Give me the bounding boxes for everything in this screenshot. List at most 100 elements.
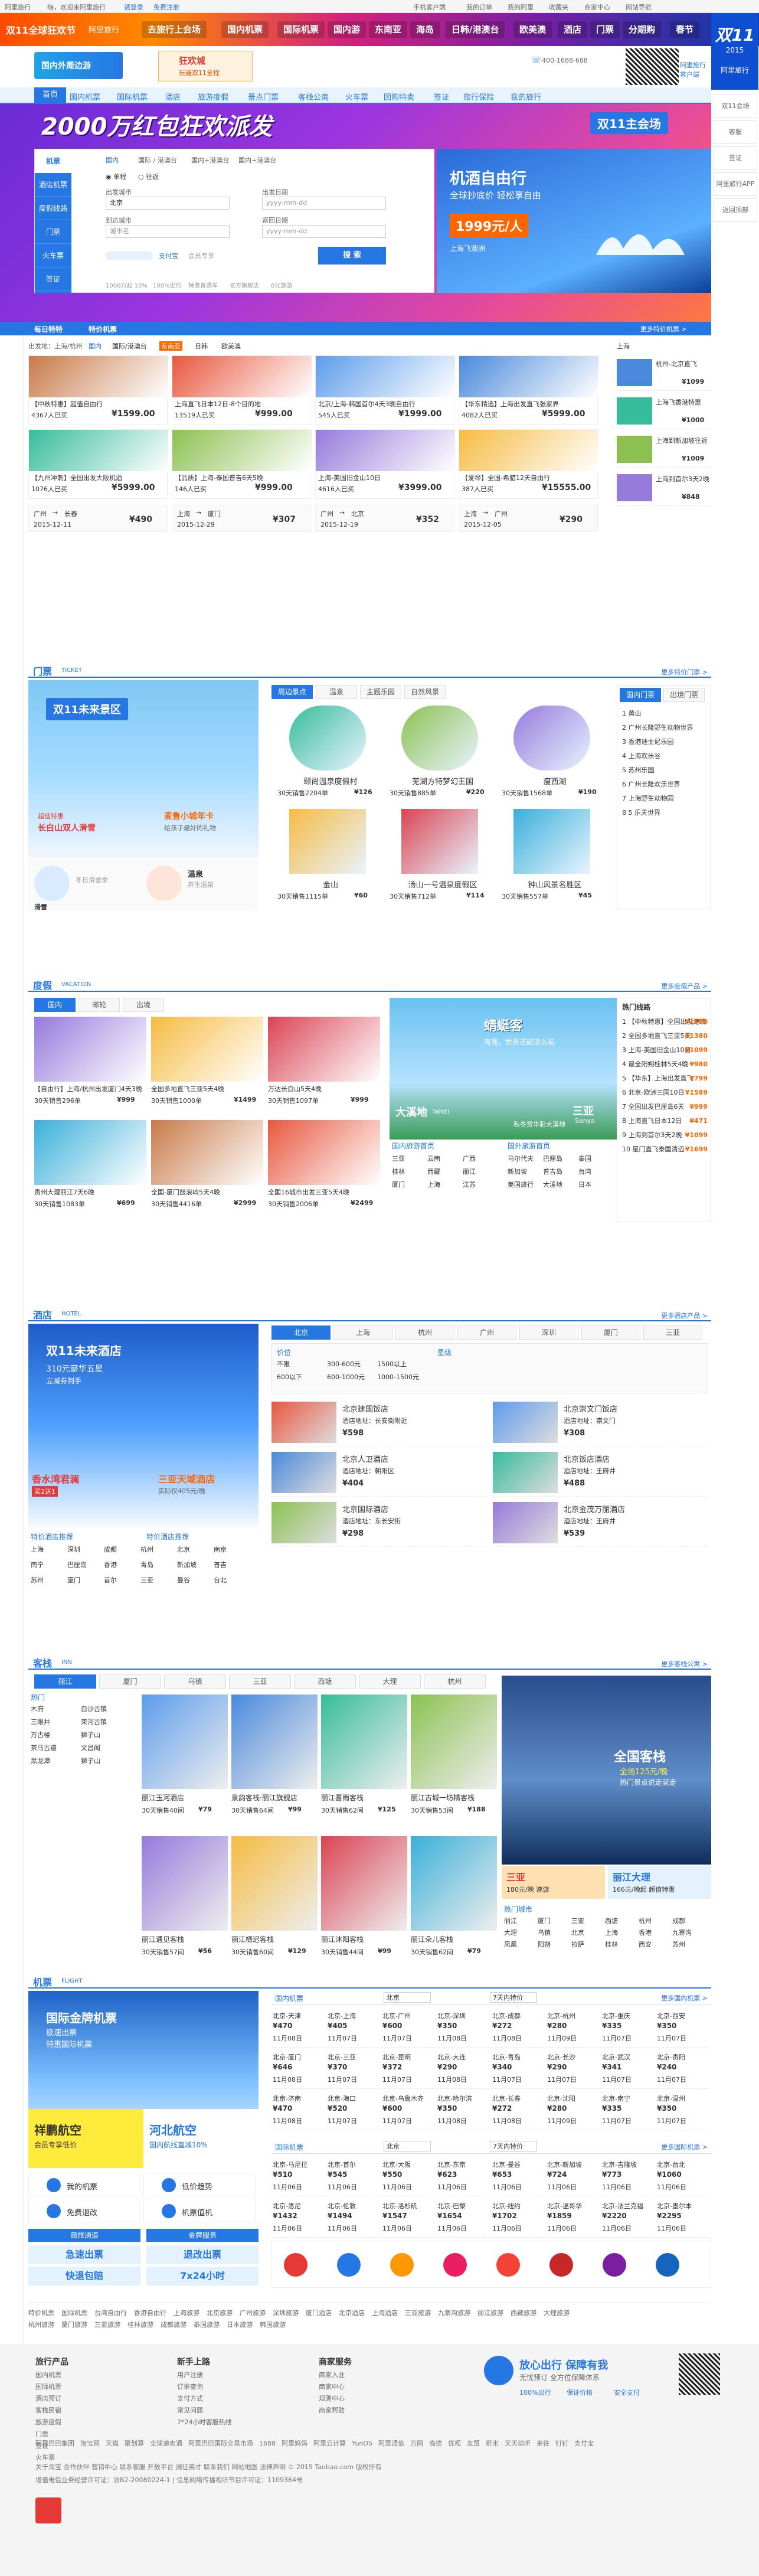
flight-cell[interactable]: 北京-巴黎 ¥1654 11月06日 bbox=[436, 2199, 489, 2238]
vacation-abroad-city[interactable]: 日本 bbox=[578, 1180, 614, 1193]
seo-link[interactable]: 广州旅游 bbox=[240, 2308, 266, 2317]
flight-cell[interactable]: 北京-温州 ¥350 11月07日 bbox=[656, 2091, 709, 2130]
ski-icon[interactable] bbox=[34, 866, 70, 901]
flight-cell[interactable]: 北京-杭州 ¥280 11月09日 bbox=[546, 2009, 599, 2048]
nav-groupbuy[interactable]: 团购特卖 bbox=[384, 91, 414, 102]
copyright-link[interactable]: 1688 bbox=[259, 2440, 276, 2447]
flight-cell[interactable]: 北京-大阪 ¥550 11月06日 bbox=[381, 2157, 434, 2196]
deals-right-city[interactable]: 上海 bbox=[617, 341, 630, 351]
dom-more[interactable]: 更多国内机票 > bbox=[661, 1993, 708, 2003]
flight-cell[interactable]: 北京-成都 ¥272 11月08日 bbox=[491, 2009, 544, 2048]
flights-banner-right[interactable]: 河北航空 国内航线直减10% bbox=[143, 2109, 259, 2168]
vacation-dom-city[interactable]: 三亚 bbox=[392, 1154, 427, 1167]
search-bottom-link-1[interactable]: 100%出行 bbox=[153, 280, 182, 289]
ticket-tab[interactable]: 主题乐园 bbox=[360, 685, 401, 699]
seo-link[interactable]: 台湾自由行 bbox=[94, 2308, 127, 2317]
vacation-more[interactable]: 更多度假产品 > bbox=[661, 981, 708, 991]
inn-item[interactable]: 丽江沐阳客栈 30天销售44间 ¥99 bbox=[321, 1836, 407, 1972]
hotel-item[interactable]: 北京人卫酒店 酒店地址：朝阳区 ¥404 bbox=[271, 1449, 487, 1497]
nav-mytrip[interactable]: 我的旅行 bbox=[511, 91, 541, 102]
search-button[interactable]: 搜 索 bbox=[318, 247, 386, 265]
flight-cell[interactable]: 北京-厦门 ¥646 11月08日 bbox=[271, 2050, 325, 2089]
nav-intl-flight[interactable]: 国际机票 bbox=[117, 91, 148, 102]
copyright-link[interactable]: 万网 bbox=[410, 2438, 423, 2448]
hotspring-icon[interactable] bbox=[146, 866, 182, 901]
copyright-link[interactable]: 阿里云计算 bbox=[313, 2438, 346, 2448]
vacation-side-item[interactable]: 4 最全阳朔桂林5天4晚 ¥980 bbox=[622, 1057, 708, 1072]
radio-oneway[interactable]: ◉ 单程 bbox=[106, 172, 126, 181]
tickets-side-tab-1[interactable]: 出境门票 bbox=[663, 688, 705, 702]
vacation-side-item[interactable]: 5 【华东】上海出发直飞 ¥799 bbox=[622, 1072, 708, 1086]
deal-card[interactable]: 【品质】上海-泰国普吉6天5晚 146人已买 ¥999.00 bbox=[172, 429, 312, 499]
right-sidebar-item[interactable]: 双11会场 bbox=[714, 94, 757, 118]
footer-link[interactable]: 旅游度假 bbox=[35, 2417, 153, 2429]
deals-filter-0[interactable]: 国内 bbox=[89, 341, 102, 351]
inn-city[interactable]: 拉萨 bbox=[571, 1940, 605, 1951]
copyright-link[interactable]: 聚划算 bbox=[125, 2438, 144, 2448]
inn-city-tab[interactable]: 杭州 bbox=[424, 1674, 486, 1689]
airline-logo-8[interactable] bbox=[656, 2253, 679, 2277]
hotel-price-option[interactable]: 600-1000元 bbox=[327, 1372, 377, 1382]
inn-item[interactable]: 丽江玉河酒店 30天销售40间 ¥79 bbox=[142, 1695, 228, 1830]
topbar-item-fav[interactable]: 收藏夹 bbox=[549, 2, 568, 12]
flight-cell[interactable]: 北京-纽约 ¥1702 11月06日 bbox=[491, 2199, 544, 2238]
copyright-link[interactable]: 阿里巴巴国际交易市场 bbox=[188, 2438, 253, 2448]
hotel-item[interactable]: 北京国际酒店 酒店地址：东长安街 ¥298 bbox=[271, 1500, 487, 1547]
seo-link[interactable]: 桂林旅游 bbox=[127, 2320, 153, 2329]
copyright-link[interactable]: 天猫 bbox=[106, 2438, 119, 2448]
deals-filter-2[interactable]: 东南亚 bbox=[159, 341, 182, 351]
from-city-input[interactable]: 北京 bbox=[106, 197, 230, 210]
ribbon-seg-11[interactable]: 春节 bbox=[670, 21, 700, 38]
date-input[interactable]: yyyy-mm-dd bbox=[262, 197, 386, 210]
inns-b2-card[interactable]: 丽江大理 166元/晚起 超值特惠 bbox=[608, 1866, 711, 1899]
seo-link[interactable]: 深圳旅游 bbox=[273, 2308, 299, 2317]
copyright-link[interactable]: 阿里通信 bbox=[378, 2438, 404, 2448]
copyright-link[interactable]: 友盟 bbox=[467, 2438, 480, 2448]
topbar-item-orders[interactable]: 我的订单 bbox=[466, 2, 492, 12]
inns-more[interactable]: 更多客栈公寓 > bbox=[661, 1659, 708, 1669]
flight-cell[interactable]: 北京-海口 ¥520 11月07日 bbox=[326, 2091, 380, 2130]
topbar-item-app[interactable]: 手机客户端 bbox=[413, 2, 446, 12]
right-sidebar-item[interactable]: 签证 bbox=[714, 146, 757, 170]
hotel-city-tab[interactable]: 深圳 bbox=[519, 1325, 578, 1340]
hero-badge[interactable]: 双11主会场 bbox=[590, 112, 668, 134]
nav-insurance[interactable]: 旅行保险 bbox=[463, 91, 494, 102]
copyright-link[interactable]: 优视 bbox=[448, 2438, 461, 2448]
flight-cell[interactable]: 北京-昆明 ¥372 11月07日 bbox=[381, 2050, 434, 2089]
hotel-price-option[interactable]: 1000-1500元 bbox=[377, 1372, 427, 1382]
flight-cell[interactable]: 北京-乌鲁木齐 ¥600 11月07日 bbox=[381, 2091, 434, 2130]
inns-banner[interactable]: 全国客栈 全场125元/晚 热门景点说走就走 bbox=[502, 1676, 711, 1865]
hotel-item[interactable]: 北京饭店酒店 酒店地址：王府井 ¥488 bbox=[493, 1449, 708, 1497]
hotel-price-option[interactable]: 1500以上 bbox=[377, 1359, 427, 1369]
deal-card[interactable]: 【爱琴】全国-希腊12天自由行 387人已买 ¥15555.00 bbox=[459, 429, 598, 499]
hotel-side-city[interactable]: 新加坡 bbox=[177, 1560, 214, 1575]
ribbon-seg-2[interactable]: 国际机票 bbox=[277, 21, 325, 38]
nav-tickets[interactable]: 景点门票 bbox=[248, 91, 279, 102]
hotel-side-city[interactable]: 青岛 bbox=[140, 1560, 177, 1575]
vacation-product[interactable]: 【自由行】上海/杭州出发厦门4天3晚 30天销售296单 ¥999 bbox=[34, 1017, 146, 1117]
flight-cell[interactable]: 北京-贵阳 ¥240 11月07日 bbox=[656, 2050, 709, 2089]
hotel-city-tab[interactable]: 杭州 bbox=[395, 1325, 454, 1340]
hotels-more[interactable]: 更多酒店产品 > bbox=[661, 1311, 708, 1320]
footer-link[interactable]: 酒店预订 bbox=[35, 2394, 153, 2405]
ticket-spot[interactable]: 瘦西湖 30天销售1568单 ¥190 bbox=[502, 706, 608, 806]
flight-cell[interactable]: 北京-广州 ¥600 11月07日 bbox=[381, 2009, 434, 2048]
deals-filter-1[interactable]: 国际/港澳台 bbox=[112, 341, 147, 351]
flight-cell[interactable]: 北京-长春 ¥272 11月08日 bbox=[491, 2091, 544, 2130]
vacation-side-item[interactable]: 6 北京-欧洲三国10日 ¥1589 bbox=[622, 1086, 708, 1100]
search-bottom-link-4[interactable]: 0元旅游 bbox=[271, 280, 292, 289]
subnav-daily[interactable]: 每日特特 bbox=[34, 324, 63, 334]
inn-city[interactable]: 丽江 bbox=[504, 1916, 538, 1928]
hotel-price-option[interactable]: 不限 bbox=[277, 1359, 327, 1369]
tickets-side-item[interactable]: 6 广州长隆欢乐世界 bbox=[622, 778, 708, 792]
hotel-side-city[interactable]: 上海 bbox=[31, 1545, 67, 1560]
nav-train[interactable]: 火车票 bbox=[345, 91, 368, 102]
flight-cell[interactable]: 北京-大连 ¥290 11月08日 bbox=[436, 2050, 489, 2089]
vacation-side-item[interactable]: 2 全国多地直飞三亚5天 ¥1380 bbox=[622, 1029, 708, 1043]
footer-link[interactable]: 订单查询 bbox=[177, 2382, 295, 2394]
inn-city-tab[interactable]: 大理 bbox=[359, 1674, 421, 1689]
subnav-flight[interactable]: 特价机票 bbox=[89, 324, 117, 334]
route-card[interactable]: 上海 → 厦门 2015-12-29 ¥307 bbox=[172, 505, 311, 532]
inn-side-item[interactable]: 白沙古镇 bbox=[81, 1704, 131, 1717]
inn-city-tab[interactable]: 西塘 bbox=[294, 1674, 356, 1689]
